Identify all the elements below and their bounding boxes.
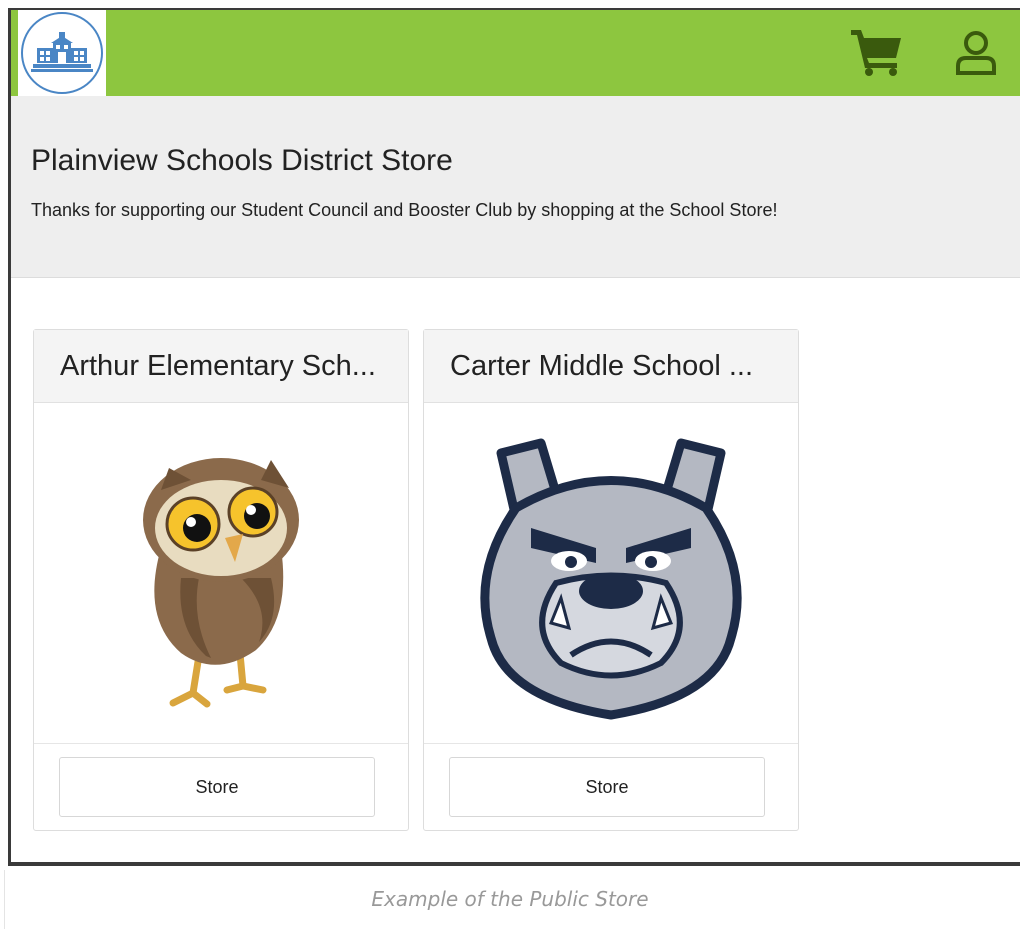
- store-name: Carter Middle School ...: [450, 350, 754, 382]
- page-subtitle: Thanks for supporting our Student Counci…: [31, 200, 778, 220]
- owl-mascot: [34, 403, 408, 743]
- store-card-carter-middle: Carter Middle School ... Store: [423, 329, 799, 831]
- account-button[interactable]: [951, 28, 1001, 78]
- bulldog-mascot: [424, 403, 798, 743]
- top-navigation-bar: [11, 10, 1020, 96]
- page-title: Plainview Schools District Store: [31, 144, 453, 177]
- cart-button[interactable]: [849, 28, 905, 78]
- image-caption: Example of the Public Store: [371, 887, 649, 911]
- user-account-icon: [956, 31, 996, 75]
- store-card-footer: Store: [424, 743, 798, 830]
- store-hero: Plainview Schools District Store Thanks …: [11, 96, 1020, 278]
- arthur-store-button[interactable]: Store: [59, 757, 375, 817]
- store-name: Arthur Elementary Sch...: [60, 350, 376, 382]
- store-card-header: Carter Middle School ...: [424, 330, 798, 403]
- shopping-cart-icon: [851, 30, 901, 76]
- store-card-footer: Store: [34, 743, 408, 830]
- browser-frame: Plainview Schools District Store Thanks …: [8, 8, 1020, 866]
- store-card-arthur-elementary: Arthur Elementary Sch... Store: [33, 329, 409, 831]
- district-logo[interactable]: [18, 10, 106, 96]
- store-card-header: Arthur Elementary Sch...: [34, 330, 408, 403]
- carter-store-button[interactable]: Store: [449, 757, 765, 817]
- school-building-icon: [21, 12, 103, 94]
